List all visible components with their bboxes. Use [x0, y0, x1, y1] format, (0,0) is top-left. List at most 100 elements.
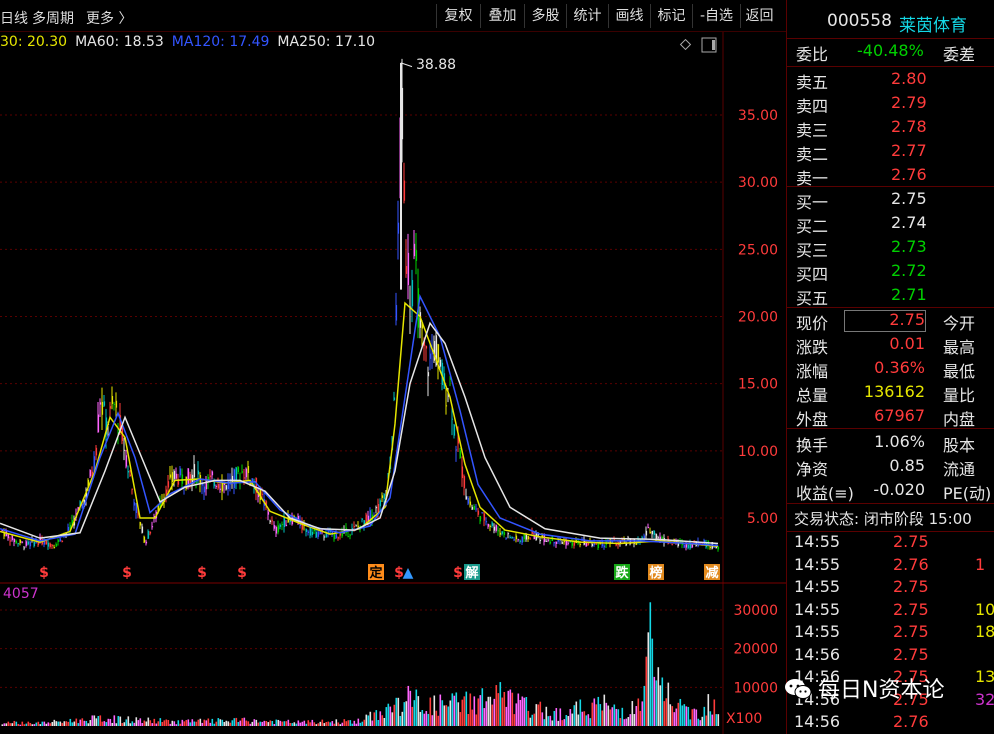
candle-body: [603, 545, 606, 548]
buy-level: 买一 2.75: [787, 188, 994, 212]
volume-bar: [609, 709, 612, 726]
tick-row: 14:55 2.76 1: [787, 554, 994, 578]
volume-bar: [193, 721, 196, 726]
toolbar-button-1[interactable]: 叠加: [480, 4, 524, 28]
volume-bar: [525, 697, 528, 726]
candle-body: [179, 468, 182, 476]
volume-bar: [643, 685, 646, 726]
toolbar-button-5[interactable]: 标记: [650, 4, 692, 28]
candle-body: [19, 539, 22, 544]
candle-body: [467, 498, 470, 504]
volume-bar: [65, 721, 68, 726]
volume-bar: [323, 723, 326, 726]
toolbar-button-4[interactable]: 画线: [608, 4, 650, 28]
candle-body: [381, 495, 384, 498]
candle-body: [283, 516, 286, 528]
volume-bar: [613, 704, 616, 726]
candle-body: [395, 305, 398, 321]
candle-body: [493, 526, 496, 531]
candle-body: [141, 526, 144, 533]
volume-bar: [315, 724, 318, 726]
candle-body: [455, 449, 458, 451]
candle-body: [683, 544, 686, 548]
volume-bar: [287, 719, 290, 726]
volume-bar: [503, 691, 506, 726]
daily-tab[interactable]: 日线: [0, 8, 28, 28]
stock-name[interactable]: 莱茵体育: [899, 11, 967, 36]
candle-body: [403, 180, 406, 201]
volume-bar: [149, 720, 152, 726]
tick-time: 14:55: [794, 532, 841, 551]
volume-bar: [1, 724, 4, 726]
candle-body: [13, 538, 16, 543]
volume-tick-label: 20000: [733, 642, 778, 658]
candle-body: [167, 481, 170, 488]
volume-bar: [401, 711, 404, 726]
candle-body: [361, 518, 364, 520]
buy-level-price: 2.74: [891, 213, 927, 232]
candle-body: [657, 537, 660, 539]
candle-body: [511, 536, 514, 538]
tick-time: 14:56: [794, 644, 841, 664]
toolbar-button-6[interactable]: -自选: [692, 4, 740, 28]
toolbar-button-7[interactable]: 返回: [740, 4, 778, 28]
volume-bar: [671, 706, 674, 726]
candle-body: [9, 540, 12, 542]
event-marker[interactable]: $: [39, 565, 49, 581]
candle-body: [103, 401, 106, 406]
toolbar-button-2[interactable]: 多股: [524, 4, 566, 28]
event-marker[interactable]: $: [197, 565, 207, 581]
toolbar-button-3[interactable]: 统计: [566, 4, 608, 28]
volume-bar: [541, 712, 544, 726]
kline-chart[interactable]: 35.00 30.00 25.00 20.00 15.00 10.00 5.00 38.88 $…: [0, 32, 786, 734]
event-marker[interactable]: $: [237, 565, 247, 581]
volume-bar: [31, 724, 34, 726]
event-marker[interactable]: 跌: [614, 564, 630, 581]
volume-bar: [523, 697, 526, 726]
stat-row: 外盘 67967 内盘: [787, 405, 994, 429]
candle-body: [149, 531, 152, 534]
volume-bar: [647, 632, 650, 726]
event-marker[interactable]: 定: [368, 564, 384, 581]
event-marker[interactable]: ▲: [403, 565, 414, 581]
event-marker[interactable]: 减: [704, 564, 720, 581]
candle-body: [273, 525, 276, 529]
volume-bar: [461, 699, 464, 726]
volume-bar: [447, 706, 450, 726]
more-menu[interactable]: 更多 〉: [86, 8, 132, 28]
volume-bar: [203, 719, 206, 726]
volume-bar: [263, 720, 266, 726]
volume-bar: [595, 704, 598, 726]
volume-bar: [17, 723, 20, 726]
candle-body: [349, 534, 352, 536]
volume-bar: [475, 714, 478, 726]
volume-bar: [417, 696, 420, 726]
volume-bar: [409, 690, 412, 726]
candle-body: [379, 500, 382, 507]
candle-body: [281, 524, 284, 526]
volume-bar: [349, 720, 352, 726]
candle-body: [337, 537, 340, 539]
volume-tick-label: 10000: [733, 680, 778, 696]
event-marker[interactable]: 榜: [648, 564, 664, 581]
volume-bar: [431, 715, 434, 726]
wei-bi-value: -40.48%: [857, 41, 924, 60]
volume-bar: [131, 721, 134, 726]
diamond-icon[interactable]: [679, 38, 692, 51]
volume-bar: [635, 706, 638, 726]
event-marker[interactable]: 解: [464, 564, 480, 581]
stock-header: 000558 莱茵体育: [787, 10, 994, 36]
volume-bar: [49, 723, 52, 726]
stat-row: 现价 2.75 今开: [787, 309, 994, 333]
toolbar-button-0[interactable]: 复权: [436, 4, 480, 28]
candle-body: [479, 516, 482, 522]
volume-bar: [47, 722, 50, 726]
volume-bar: [99, 715, 102, 726]
volume-bar: [181, 719, 184, 726]
stat-right-label: 最低: [943, 362, 976, 381]
volume-bar: [593, 698, 596, 726]
event-marker[interactable]: $: [122, 565, 132, 581]
multi-period-tab[interactable]: 多周期: [32, 8, 74, 28]
volume-bar: [145, 721, 148, 726]
event-marker[interactable]: $: [453, 565, 463, 581]
